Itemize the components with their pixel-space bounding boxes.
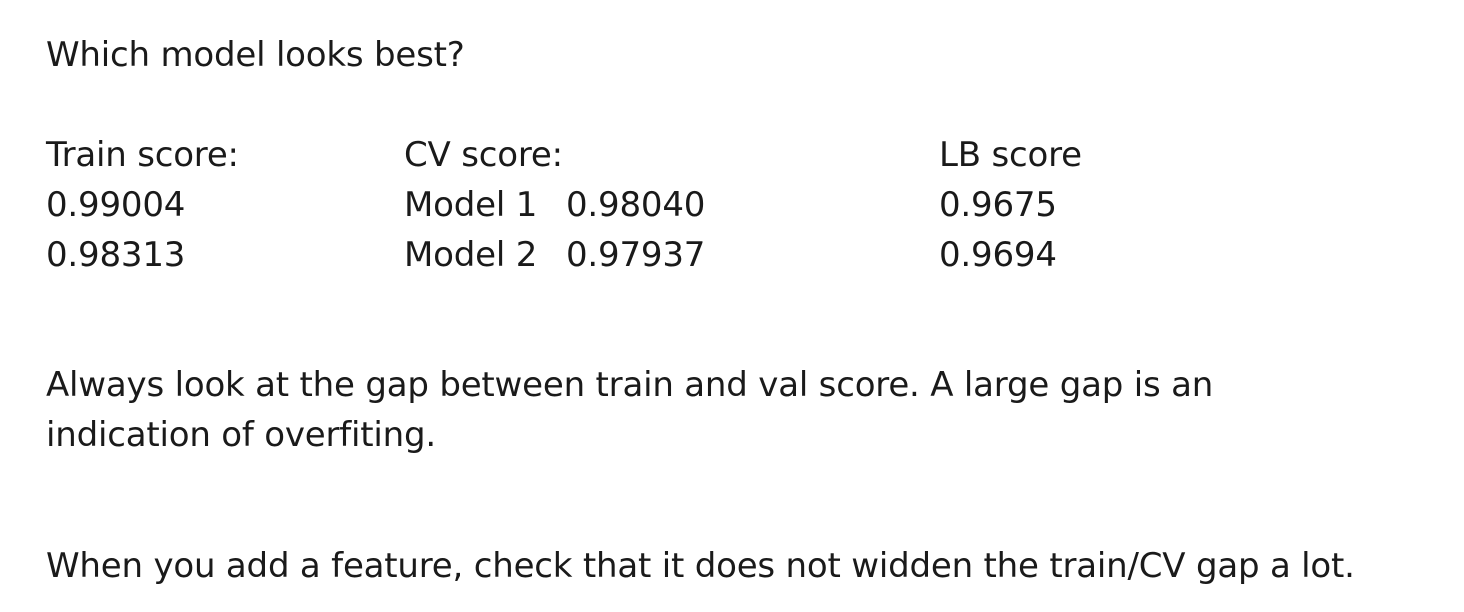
- cv-model-score: 0.98040: [566, 185, 706, 225]
- lb-score-column: LB score 0.9675 0.9694: [939, 130, 1082, 280]
- overfitting-note-line-2: indication of overfiting.: [46, 415, 437, 455]
- slide: Which model looks best? Train score: 0.9…: [0, 0, 1464, 612]
- cv-model-name: Model 1: [404, 185, 538, 225]
- cv-model-score: 0.97937: [566, 235, 706, 275]
- cv-score-column: CV score: Model 1 0.98040 Model 2 0.97937: [404, 130, 705, 280]
- cv-score-row-1: Model 1 0.98040: [404, 180, 705, 230]
- lb-score-model-1: 0.9675: [939, 185, 1057, 225]
- overfitting-note: Always look at the gap between train and…: [46, 360, 1346, 460]
- cv-score-row-2: Model 2 0.97937: [404, 230, 705, 280]
- train-score-model-2: 0.98313: [46, 235, 186, 275]
- train-score-column: Train score: 0.99004 0.98313: [46, 130, 239, 280]
- lb-score-model-2: 0.9694: [939, 235, 1057, 275]
- question-heading: Which model looks best?: [46, 35, 465, 75]
- cv-model-name: Model 2: [404, 235, 538, 275]
- train-score-model-1: 0.99004: [46, 185, 186, 225]
- cv-score-header: CV score:: [404, 135, 563, 175]
- overfitting-note-line-1: Always look at the gap between train and…: [46, 365, 1214, 405]
- train-score-header: Train score:: [46, 135, 239, 175]
- lb-score-header: LB score: [939, 135, 1082, 175]
- feature-tip: When you add a feature, check that it do…: [46, 546, 1355, 586]
